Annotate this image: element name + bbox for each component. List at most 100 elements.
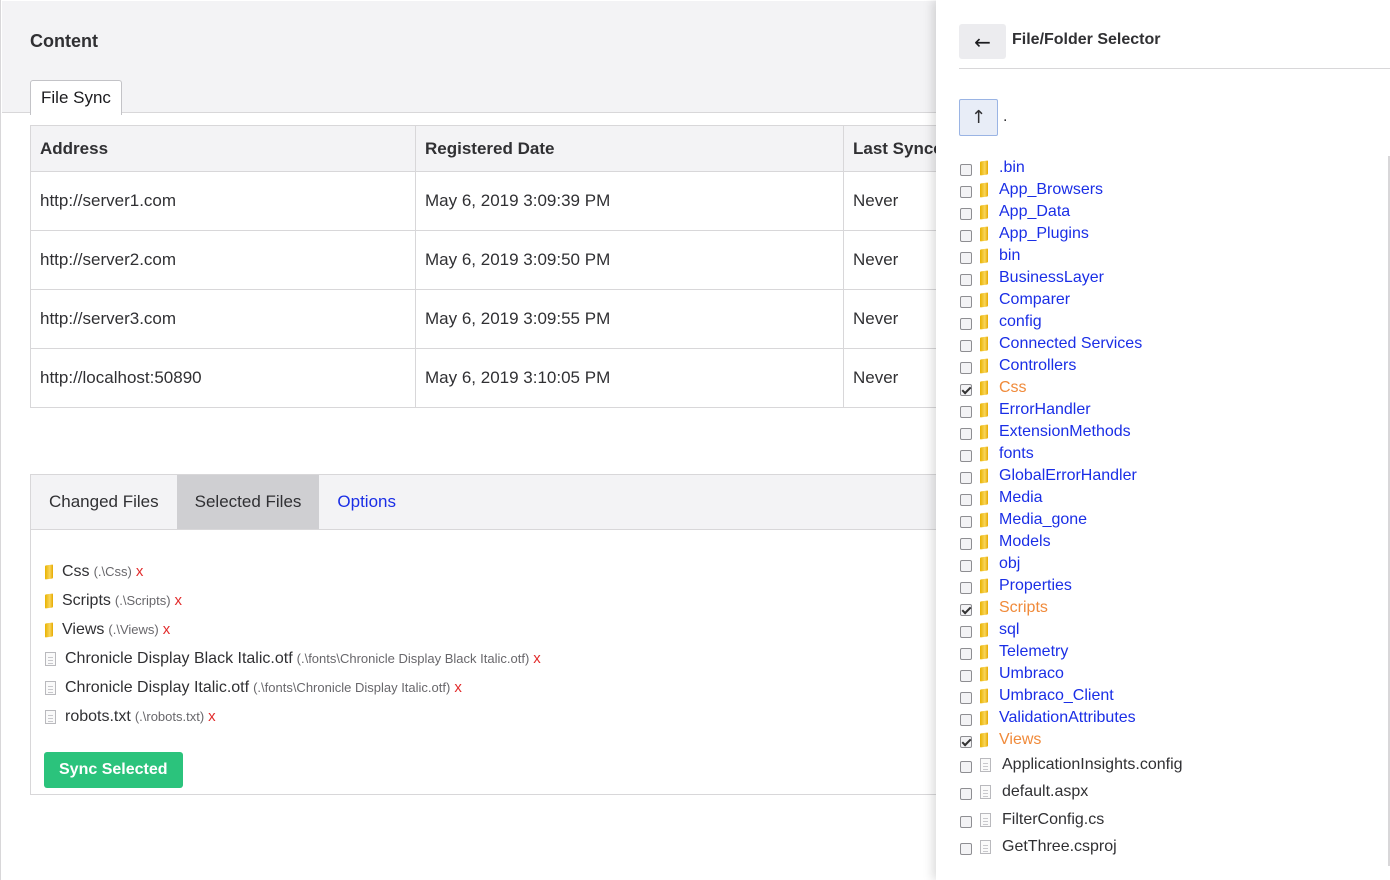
select-checkbox[interactable] [960, 626, 972, 638]
folder-name[interactable]: App_Browsers [999, 181, 1103, 199]
folder-item[interactable]: ExtensionMethods [959, 421, 1379, 443]
select-checkbox[interactable] [960, 472, 972, 484]
select-checkbox[interactable] [960, 362, 972, 374]
select-checkbox[interactable] [960, 843, 972, 856]
file-item[interactable]: default.aspx [959, 779, 1379, 807]
folder-name[interactable]: Css [999, 379, 1027, 397]
select-checkbox[interactable] [960, 384, 972, 396]
folder-item[interactable]: .bin [959, 157, 1379, 179]
folder-name[interactable]: Umbraco_Client [999, 687, 1114, 705]
select-checkbox[interactable] [960, 274, 972, 286]
folder-item[interactable]: config [959, 311, 1379, 333]
sync-selected-button[interactable]: Sync Selected [44, 752, 183, 788]
folder-name[interactable]: Telemetry [999, 643, 1068, 661]
folder-item[interactable]: Views [959, 729, 1379, 751]
folder-name[interactable]: Media [999, 489, 1043, 507]
file-item[interactable]: GetThree.csproj [959, 834, 1379, 862]
table-row[interactable]: http://server2.com May 6, 2019 3:09:50 P… [30, 230, 938, 290]
select-checkbox[interactable] [960, 186, 972, 198]
column-header-registered-date[interactable]: Registered Date [415, 125, 844, 172]
tab-selected-files[interactable]: Selected Files [176, 475, 320, 529]
remove-item-button[interactable]: x [175, 592, 183, 609]
folder-name[interactable]: ValidationAttributes [999, 709, 1136, 727]
folder-item[interactable]: App_Plugins [959, 223, 1379, 245]
folder-item[interactable]: Css [959, 377, 1379, 399]
folder-item[interactable]: GlobalErrorHandler [959, 465, 1379, 487]
folder-name[interactable]: BusinessLayer [999, 269, 1104, 287]
folder-item[interactable]: BusinessLayer [959, 267, 1379, 289]
select-checkbox[interactable] [960, 560, 972, 572]
folder-name[interactable]: config [999, 313, 1042, 331]
column-header-address[interactable]: Address [30, 125, 416, 172]
folder-item[interactable]: App_Data [959, 201, 1379, 223]
remove-item-button[interactable]: x [163, 621, 171, 638]
remove-item-button[interactable]: x [454, 679, 462, 696]
folder-name[interactable]: Scripts [999, 599, 1048, 617]
folder-name[interactable]: fonts [999, 445, 1034, 463]
select-checkbox[interactable] [960, 252, 972, 264]
table-row[interactable]: http://server3.com May 6, 2019 3:09:55 P… [30, 289, 938, 349]
folder-name[interactable]: GlobalErrorHandler [999, 467, 1137, 485]
folder-name[interactable]: ExtensionMethods [999, 423, 1131, 441]
select-checkbox[interactable] [960, 450, 972, 462]
select-checkbox[interactable] [960, 582, 972, 594]
up-directory-button[interactable]: ↑ [959, 99, 998, 136]
select-checkbox[interactable] [960, 340, 972, 352]
folder-name[interactable]: App_Data [999, 203, 1070, 221]
remove-item-button[interactable]: x [136, 563, 144, 580]
select-checkbox[interactable] [960, 736, 972, 748]
folder-item[interactable]: Comparer [959, 289, 1379, 311]
folder-item[interactable]: Models [959, 531, 1379, 553]
folder-name[interactable]: bin [999, 247, 1020, 265]
folder-item[interactable]: Umbraco_Client [959, 685, 1379, 707]
select-checkbox[interactable] [960, 648, 972, 660]
select-checkbox[interactable] [960, 406, 972, 418]
tab-changed-files[interactable]: Changed Files [31, 475, 177, 529]
folder-name[interactable]: sql [999, 621, 1019, 639]
folder-item[interactable]: bin [959, 245, 1379, 267]
select-checkbox[interactable] [960, 692, 972, 704]
select-checkbox[interactable] [960, 714, 972, 726]
folder-name[interactable]: Models [999, 533, 1051, 551]
select-checkbox[interactable] [960, 230, 972, 242]
select-checkbox[interactable] [960, 788, 972, 801]
tab-options[interactable]: Options [319, 475, 414, 529]
folder-name[interactable]: obj [999, 555, 1020, 573]
select-checkbox[interactable] [960, 296, 972, 308]
folder-item[interactable]: Media_gone [959, 509, 1379, 531]
folder-name[interactable]: Connected Services [999, 335, 1142, 353]
back-button[interactable]: ← [959, 24, 1006, 59]
folder-item[interactable]: obj [959, 553, 1379, 575]
file-item[interactable]: FilterConfig.cs [959, 806, 1379, 834]
file-item[interactable]: ApplicationInsights.config [959, 751, 1379, 779]
folder-name[interactable]: Umbraco [999, 665, 1064, 683]
folder-item[interactable]: ValidationAttributes [959, 707, 1379, 729]
folder-item[interactable]: Umbraco [959, 663, 1379, 685]
select-checkbox[interactable] [960, 538, 972, 550]
column-header-last-synced[interactable]: Last Synced [843, 125, 938, 172]
folder-item[interactable]: fonts [959, 443, 1379, 465]
select-checkbox[interactable] [960, 604, 972, 616]
select-checkbox[interactable] [960, 815, 972, 828]
folder-name[interactable]: App_Plugins [999, 225, 1089, 243]
select-checkbox[interactable] [960, 208, 972, 220]
folder-item[interactable]: sql [959, 619, 1379, 641]
table-row[interactable]: http://server1.com May 6, 2019 3:09:39 P… [30, 171, 938, 231]
tab-file-sync[interactable]: File Sync [30, 80, 122, 115]
folder-name[interactable]: Controllers [999, 357, 1076, 375]
select-checkbox[interactable] [960, 164, 972, 176]
select-checkbox[interactable] [960, 494, 972, 506]
folder-item[interactable]: Scripts [959, 597, 1379, 619]
folder-item[interactable]: Media [959, 487, 1379, 509]
folder-name[interactable]: Properties [999, 577, 1072, 595]
folder-name[interactable]: Comparer [999, 291, 1070, 309]
remove-item-button[interactable]: x [533, 650, 541, 667]
folder-name[interactable]: ErrorHandler [999, 401, 1091, 419]
folder-item[interactable]: Controllers [959, 355, 1379, 377]
select-checkbox[interactable] [960, 318, 972, 330]
folder-item[interactable]: App_Browsers [959, 179, 1379, 201]
folder-item[interactable]: Connected Services [959, 333, 1379, 355]
remove-item-button[interactable]: x [208, 708, 216, 725]
folder-item[interactable]: Telemetry [959, 641, 1379, 663]
select-checkbox[interactable] [960, 428, 972, 440]
